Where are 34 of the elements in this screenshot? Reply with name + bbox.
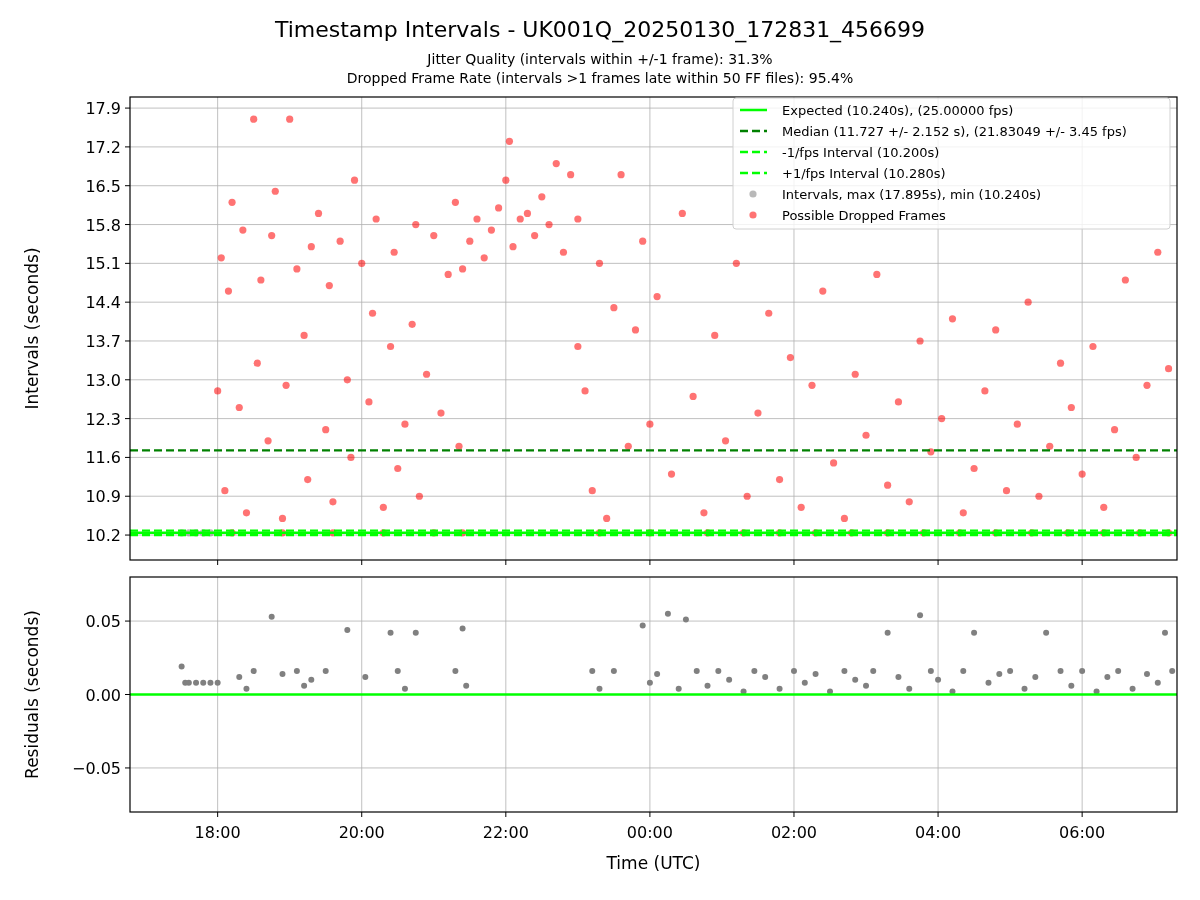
axis-title: Time (UTC) bbox=[606, 853, 701, 873]
legend-label: Intervals, max (17.895s), min (10.240s) bbox=[782, 187, 1041, 202]
axis-tick-label: 18:00 bbox=[194, 823, 241, 842]
axis-tick-label: 10.9 bbox=[85, 487, 121, 507]
axis-tick-label: 16.5 bbox=[85, 176, 121, 196]
axis-tick-label: 15.8 bbox=[85, 215, 121, 235]
axis-tick-label: 11.6 bbox=[85, 448, 121, 468]
axis-tick-label: 17.9 bbox=[85, 99, 121, 119]
figure-subtitle: Jitter Quality (intervals within +/-1 frame): 31.3% bbox=[427, 51, 773, 67]
axis-tick-label: 13.7 bbox=[85, 332, 121, 351]
legend-label: -1/fps Interval (10.200s) bbox=[782, 145, 940, 160]
legend-label: Possible Dropped Frames bbox=[782, 208, 946, 223]
legend-label: Median (11.727 +/- 2.152 s), (21.83049 +/- 3.45 fps) bbox=[782, 124, 1127, 139]
axis-tick-label: 0.05 bbox=[85, 612, 121, 632]
axis-tick-label: 15.1 bbox=[85, 254, 121, 274]
axis-tick-label: 10.2 bbox=[85, 526, 121, 546]
axis-tick-label: −0.05 bbox=[71, 758, 121, 778]
axis-title: Residuals (seconds) bbox=[22, 610, 42, 779]
figure-title: Timestamp Intervals - UK001Q_20250130_172831_456699 bbox=[274, 17, 926, 42]
axis-tick-label: 0.00 bbox=[85, 685, 121, 705]
axis-title: Intervals (seconds) bbox=[22, 247, 42, 410]
axis-tick-label: 20:00 bbox=[338, 823, 385, 842]
legend-label: Expected (10.240s), (25.00000 fps) bbox=[782, 103, 1014, 118]
axis-tick-label: 00:00 bbox=[626, 823, 673, 842]
figure-subtitle: Dropped Frame Rate (intervals >1 frames late within 50 FF files): 95.4% bbox=[346, 70, 854, 86]
axis-tick-label: 14.4 bbox=[85, 293, 121, 313]
axis-tick-label: 02:00 bbox=[770, 823, 818, 842]
axis-tick-label: 17.2 bbox=[85, 137, 121, 157]
axis-tick-label: 04:00 bbox=[915, 823, 962, 842]
axis-tick-label: 13.0 bbox=[85, 370, 121, 390]
axis-tick-label: 22:00 bbox=[482, 823, 529, 842]
axis-tick-label: 12.3 bbox=[85, 409, 121, 429]
legend-label: +1/fps Interval (10.280s) bbox=[782, 166, 946, 181]
axis-tick-label: 06:00 bbox=[1059, 823, 1106, 842]
